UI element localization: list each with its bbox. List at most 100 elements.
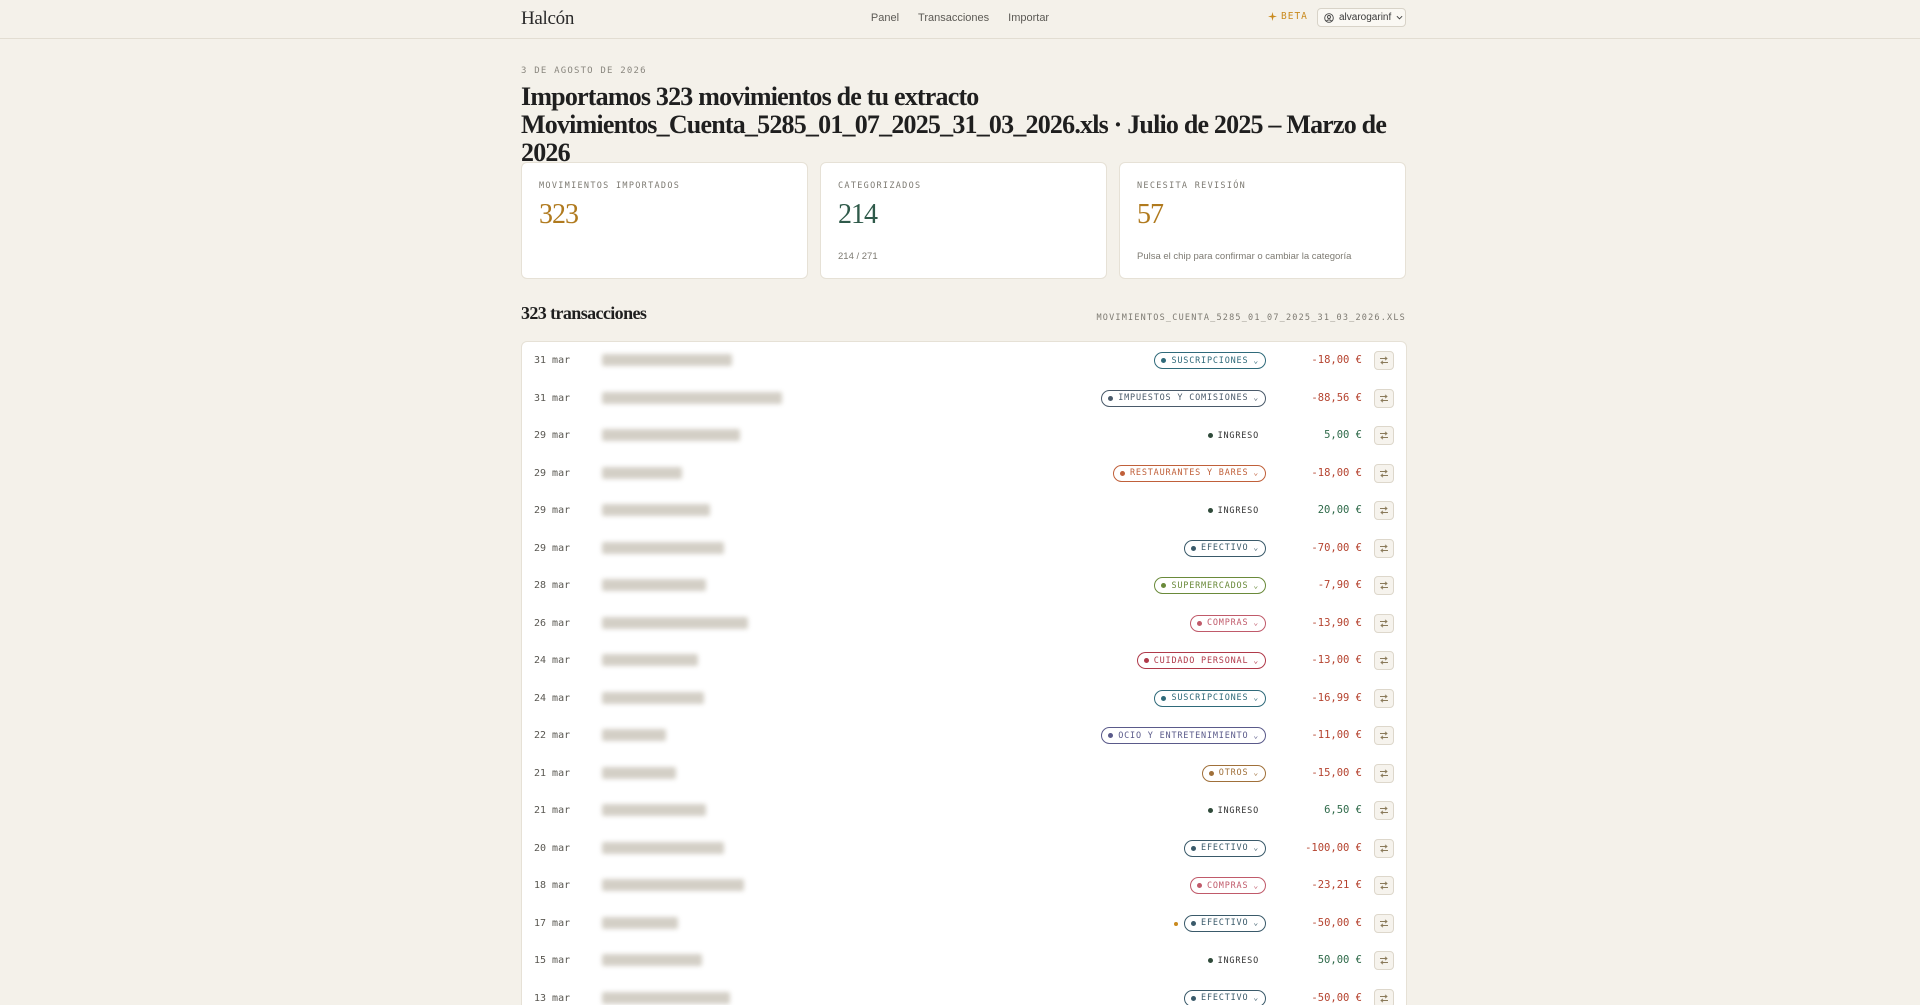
category-chip[interactable]: EFECTIVO ⌄ bbox=[1184, 839, 1266, 857]
needs-review-dot-icon bbox=[1174, 921, 1179, 926]
transaction-description-redacted bbox=[602, 691, 704, 704]
nav-panel[interactable]: Panel bbox=[871, 12, 899, 24]
swap-transaction-button[interactable] bbox=[1374, 726, 1394, 745]
category-dot-icon bbox=[1191, 845, 1197, 851]
category-chip[interactable]: COMPRAS ⌄ bbox=[1189, 614, 1266, 632]
category-label: INGRESO bbox=[1217, 505, 1259, 516]
category-chip[interactable]: SUSCRIPCIONES ⌄ bbox=[1154, 689, 1266, 707]
table-row: 22 mar OCIO Y ENTRETENIMIENTO ⌄ -11,00 € bbox=[522, 717, 1406, 755]
category-label: OTROS bbox=[1218, 768, 1249, 778]
category-chip[interactable]: EFECTIVO ⌄ bbox=[1184, 539, 1266, 557]
stat-label: MOVIMIENTOS IMPORTADOS bbox=[539, 181, 681, 191]
swap-arrows-icon bbox=[1380, 693, 1388, 703]
swap-transaction-button[interactable] bbox=[1374, 801, 1394, 820]
transaction-amount: -13,00 € bbox=[1311, 654, 1362, 666]
transaction-description-redacted bbox=[602, 766, 676, 779]
swap-transaction-button[interactable] bbox=[1374, 501, 1394, 520]
category-label: EFECTIVO bbox=[1201, 918, 1249, 928]
transaction-description-redacted bbox=[602, 954, 702, 966]
stat-value: 214 bbox=[838, 199, 878, 230]
swap-arrows-icon bbox=[1380, 618, 1388, 628]
table-row: 17 mar EFECTIVO ⌄ -50,00 € bbox=[522, 905, 1406, 943]
swap-transaction-button[interactable] bbox=[1374, 651, 1394, 670]
swap-transaction-button[interactable] bbox=[1374, 538, 1394, 558]
swap-transaction-button[interactable] bbox=[1374, 463, 1394, 483]
transaction-date: 18 mar bbox=[534, 880, 571, 891]
swap-transaction-button[interactable] bbox=[1374, 763, 1394, 783]
stat-value: 323 bbox=[539, 199, 579, 230]
user-menu-button[interactable]: alvarogarinf bbox=[1317, 8, 1406, 27]
nav-importar[interactable]: Importar bbox=[1008, 12, 1049, 24]
transaction-amount: 50,00 € bbox=[1317, 954, 1362, 966]
swap-transaction-button[interactable] bbox=[1374, 613, 1394, 633]
swap-arrows-icon bbox=[1380, 881, 1388, 890]
swap-arrows-icon bbox=[1380, 918, 1388, 928]
chevron-down-icon: ⌄ bbox=[1253, 693, 1259, 702]
swap-arrows-icon bbox=[1380, 956, 1388, 965]
category-chip: INGRESO bbox=[1200, 427, 1266, 444]
category-label: INGRESO bbox=[1217, 805, 1259, 816]
table-row: 21 mar OTROS ⌄ -15,00 € bbox=[522, 755, 1406, 793]
transaction-date: 29 mar bbox=[534, 542, 571, 554]
swap-transaction-button[interactable] bbox=[1374, 913, 1394, 933]
category-chip[interactable]: EFECTIVO ⌄ bbox=[1184, 989, 1266, 1005]
swap-transaction-button[interactable] bbox=[1374, 988, 1394, 1005]
category-chip[interactable]: OTROS ⌄ bbox=[1201, 764, 1266, 782]
chevron-down-icon: ⌄ bbox=[1253, 918, 1259, 927]
transaction-date: 13 mar bbox=[534, 992, 571, 1004]
transaction-description-redacted bbox=[602, 879, 744, 891]
category-chip: INGRESO bbox=[1200, 502, 1266, 519]
transaction-date: 29 mar bbox=[534, 467, 571, 479]
transaction-amount: 6,50 € bbox=[1324, 804, 1362, 816]
category-chip[interactable]: IMPUESTOS Y COMISIONES ⌄ bbox=[1101, 389, 1266, 407]
swap-transaction-button[interactable] bbox=[1374, 388, 1394, 408]
category-chip[interactable]: EFECTIVO ⌄ bbox=[1184, 914, 1266, 932]
beta-badge: BETA bbox=[1268, 11, 1308, 22]
table-row: 29 mar EFECTIVO ⌄ -70,00 € bbox=[522, 530, 1406, 568]
category-chip[interactable]: CUIDADO PERSONAL ⌄ bbox=[1136, 652, 1266, 669]
table-row: 21 mar INGRESO 6,50 € bbox=[522, 792, 1406, 830]
swap-transaction-button[interactable] bbox=[1374, 426, 1394, 445]
swap-transaction-button[interactable] bbox=[1374, 351, 1394, 370]
category-dot-icon bbox=[1207, 508, 1213, 513]
transaction-amount: -18,00 € bbox=[1311, 466, 1362, 479]
transaction-date: 29 mar bbox=[534, 505, 571, 516]
beta-label: BETA bbox=[1281, 11, 1308, 22]
nav-transacciones[interactable]: Transacciones bbox=[918, 12, 989, 24]
category-label: SUPERMERCADOS bbox=[1171, 580, 1249, 591]
transaction-amount: -70,00 € bbox=[1311, 541, 1362, 554]
category-label: COMPRAS bbox=[1206, 880, 1249, 891]
transaction-description-redacted bbox=[602, 804, 706, 816]
swap-arrows-icon bbox=[1380, 393, 1388, 403]
user-icon bbox=[1324, 12, 1334, 23]
category-dot-icon bbox=[1161, 358, 1167, 363]
table-row: 15 mar INGRESO 50,00 € bbox=[522, 942, 1406, 980]
swap-transaction-button[interactable] bbox=[1374, 876, 1394, 895]
transaction-amount: -23,21 € bbox=[1311, 879, 1362, 891]
category-chip[interactable]: OCIO Y ENTRETENIMIENTO ⌄ bbox=[1101, 727, 1266, 744]
table-row: 24 mar CUIDADO PERSONAL ⌄ -13,00 € bbox=[522, 642, 1406, 680]
transaction-date: 22 mar bbox=[534, 730, 571, 741]
swap-transaction-button[interactable] bbox=[1374, 688, 1394, 708]
transaction-amount: -16,99 € bbox=[1311, 691, 1362, 704]
swap-transaction-button[interactable] bbox=[1374, 576, 1394, 595]
transaction-amount: -88,56 € bbox=[1311, 391, 1362, 404]
swap-arrows-icon bbox=[1380, 993, 1388, 1003]
transaction-amount: 5,00 € bbox=[1324, 429, 1362, 441]
category-label: EFECTIVO bbox=[1201, 993, 1249, 1003]
category-chip[interactable]: SUSCRIPCIONES ⌄ bbox=[1154, 352, 1266, 369]
source-file-name: MOVIMIENTOS_CUENTA_5285_01_07_2025_31_03… bbox=[1096, 313, 1406, 323]
swap-transaction-button[interactable] bbox=[1374, 951, 1394, 970]
swap-arrows-icon bbox=[1380, 543, 1388, 553]
category-chip[interactable]: SUPERMERCADOS ⌄ bbox=[1154, 577, 1266, 594]
chevron-down-icon bbox=[1396, 15, 1403, 20]
category-label: IMPUESTOS Y COMISIONES bbox=[1118, 393, 1249, 403]
category-chip[interactable]: RESTAURANTES Y BARES ⌄ bbox=[1113, 464, 1266, 482]
swap-arrows-icon bbox=[1380, 806, 1388, 815]
stat-value: 57 bbox=[1137, 199, 1164, 230]
swap-arrows-icon bbox=[1380, 731, 1388, 740]
chevron-down-icon: ⌄ bbox=[1253, 993, 1259, 1002]
main-nav: Panel Transacciones Importar bbox=[0, 12, 1920, 24]
swap-transaction-button[interactable] bbox=[1374, 838, 1394, 858]
category-chip[interactable]: COMPRAS ⌄ bbox=[1189, 877, 1266, 894]
